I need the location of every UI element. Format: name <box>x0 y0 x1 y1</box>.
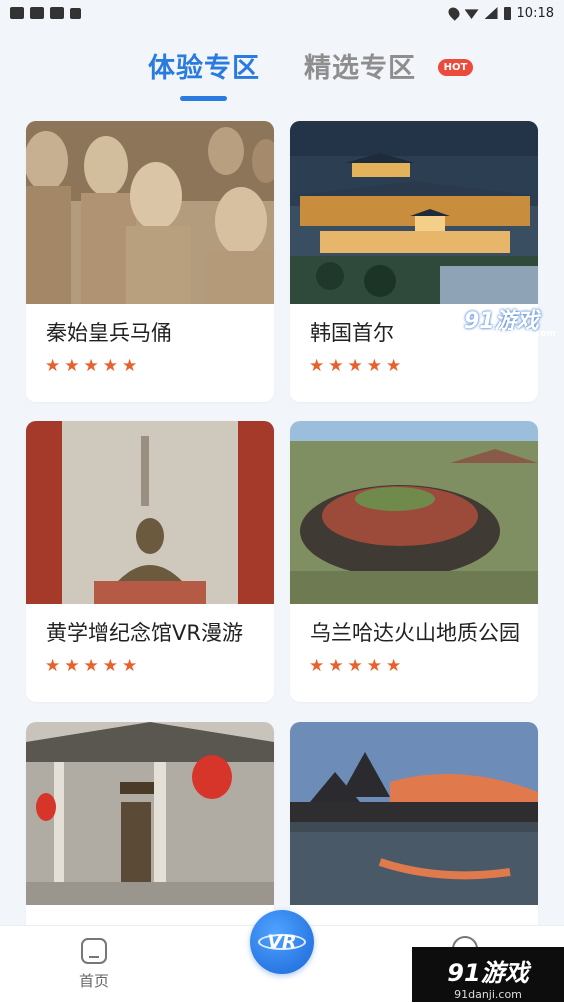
hot-badge: HOT <box>438 59 473 76</box>
attraction-card[interactable]: 乌兰哈达火山地质公园 ★ ★ ★ ★ ★ <box>290 421 538 702</box>
star-icon: ★ <box>45 656 61 676</box>
watermark-text: 91游戏 <box>447 959 529 987</box>
attraction-card[interactable]: 韩国首尔 ★ ★ ★ ★ ★ <box>290 121 538 402</box>
star-icon: ★ <box>366 656 382 676</box>
star-icon: ★ <box>64 356 80 376</box>
star-icon: ★ <box>347 656 363 676</box>
star-icon: ★ <box>386 656 402 676</box>
watermark-logo: 91游戏 91danji.com <box>412 947 564 1002</box>
signal-icon <box>484 7 498 19</box>
attraction-image <box>290 421 538 604</box>
star-icon: ★ <box>64 656 80 676</box>
star-icon: ★ <box>102 656 118 676</box>
attraction-image <box>290 121 538 304</box>
star-icon: ★ <box>122 356 138 376</box>
status-time: 10:18 <box>516 5 554 21</box>
status-bar: 10:18 <box>0 0 564 26</box>
active-tab-indicator <box>180 96 227 101</box>
tab-featured-zone[interactable]: 精选专区 <box>304 46 416 85</box>
attraction-title: 黄学增纪念馆VR漫游 <box>46 621 243 645</box>
star-icon: ★ <box>102 356 118 376</box>
watermark-subtext: 91danji.com <box>494 329 556 339</box>
vr-button[interactable]: VR <box>250 910 314 974</box>
bug-notification-icon <box>50 7 64 19</box>
star-icon: ★ <box>328 656 344 676</box>
star-icon: ★ <box>122 656 138 676</box>
star-icon: ★ <box>309 356 325 376</box>
home-icon <box>81 938 107 964</box>
attraction-image <box>26 722 274 905</box>
attraction-card[interactable]: 黄学增纪念馆VR漫游 ★ ★ ★ ★ ★ <box>26 421 274 702</box>
zone-tabs: 体验专区 精选专区 HOT <box>0 42 564 112</box>
star-icon: ★ <box>309 656 325 676</box>
attraction-title: 秦始皇兵马俑 <box>46 321 172 345</box>
rating-stars: ★ ★ ★ ★ ★ <box>309 657 401 675</box>
watermark-subtext: 91danji.com <box>454 988 522 1001</box>
rating-stars: ★ ★ ★ ★ ★ <box>45 657 137 675</box>
attraction-card[interactable]: 秦始皇兵马俑 ★ ★ ★ ★ ★ <box>26 121 274 402</box>
tab-experience-zone[interactable]: 体验专区 <box>148 46 260 85</box>
attraction-image <box>290 722 538 905</box>
star-icon: ★ <box>366 356 382 376</box>
star-icon: ★ <box>45 356 61 376</box>
star-icon: ★ <box>347 356 363 376</box>
star-icon: ★ <box>83 356 99 376</box>
nav-home[interactable]: 首页 <box>62 932 126 991</box>
vr-ring-icon <box>258 934 306 950</box>
battery-icon <box>503 6 511 20</box>
rating-stars: ★ ★ ★ ★ ★ <box>45 357 137 375</box>
star-icon: ★ <box>83 656 99 676</box>
star-icon: ★ <box>328 356 344 376</box>
rating-stars: ★ ★ ★ ★ ★ <box>309 357 401 375</box>
nav-home-label: 首页 <box>78 972 109 990</box>
attraction-title: 乌兰哈达火山地质公园 <box>310 621 520 645</box>
attraction-image <box>26 421 274 604</box>
wifi-icon <box>464 9 479 19</box>
app-notification-icon <box>10 7 24 19</box>
attraction-image <box>26 121 274 304</box>
location-icon <box>445 5 462 21</box>
watermark-logo: 91游戏 91danji.com <box>464 303 560 339</box>
store-notification-icon <box>70 7 81 19</box>
star-icon: ★ <box>386 356 402 376</box>
bug-notification-icon <box>30 7 44 19</box>
